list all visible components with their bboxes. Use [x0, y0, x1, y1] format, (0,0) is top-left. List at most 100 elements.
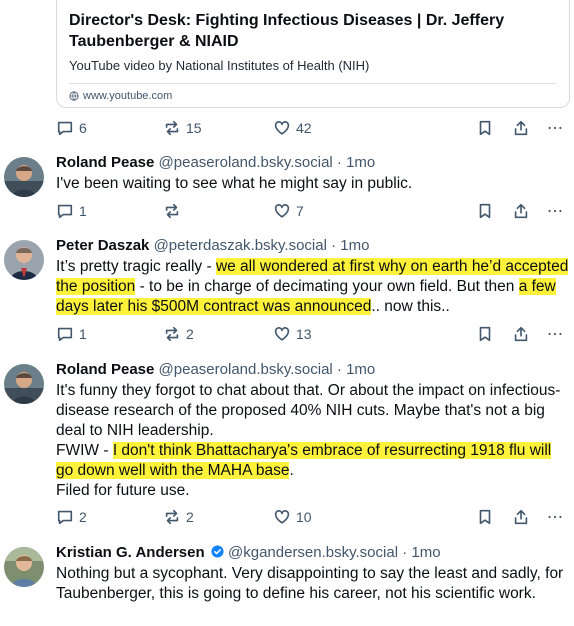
like-button[interactable]: 42	[273, 119, 312, 137]
post-text-segment: .	[289, 462, 294, 479]
post-actions: 1 7	[56, 202, 566, 224]
post-paragraph: It's funny they forgot to chat about tha…	[56, 382, 561, 439]
more-options-button[interactable]	[546, 202, 564, 220]
bookmark-button[interactable]	[476, 202, 494, 220]
like-icon	[274, 510, 290, 524]
avatar-kristian-andersen-image	[4, 547, 44, 587]
post-header: Peter Daszak @peterdaszak.bsky.social · …	[56, 236, 571, 256]
bookmark-button[interactable]	[476, 325, 494, 343]
reply-count: 1	[79, 203, 87, 219]
more-icon	[548, 515, 562, 519]
reply-count: 2	[79, 509, 87, 525]
reply-button[interactable]: 1	[56, 202, 87, 220]
reply-count: 1	[79, 326, 87, 342]
avatar[interactable]	[4, 547, 44, 587]
like-icon	[274, 121, 290, 135]
more-options-button[interactable]	[546, 325, 564, 343]
author-handle[interactable]: @peaseroland.bsky.social · 1mo	[159, 154, 376, 171]
like-count: 7	[296, 203, 304, 219]
author-handle[interactable]: @peaseroland.bsky.social · 1mo	[159, 361, 376, 378]
post-header: Roland Pease @peaseroland.bsky.social · …	[56, 360, 571, 380]
reply-count: 6	[79, 120, 87, 136]
author-handle[interactable]: @kgandersen.bsky.social · 1mo	[228, 544, 441, 561]
post-text: It's funny they forgot to chat about tha…	[56, 381, 571, 501]
share-icon	[514, 120, 528, 136]
repost-icon	[165, 203, 179, 219]
reply-icon	[57, 121, 73, 136]
card-url-text: www.youtube.com	[83, 90, 173, 102]
author-name[interactable]: Roland Pease	[56, 361, 154, 378]
avatar-peter-daszak-image	[4, 240, 44, 280]
repost-icon	[165, 120, 179, 136]
avatar[interactable]	[4, 364, 44, 404]
like-button[interactable]: 10	[273, 508, 312, 526]
repost-button[interactable]: 15	[163, 119, 202, 137]
globe-icon	[69, 91, 79, 101]
more-icon	[548, 332, 562, 336]
reply-button[interactable]: 1	[56, 325, 87, 343]
share-icon	[514, 203, 528, 219]
repost-button[interactable]: 2	[163, 508, 194, 526]
post-text-segment: - to be in charge of decimating your own…	[135, 278, 519, 295]
share-icon	[514, 509, 528, 525]
author-name[interactable]: Peter Daszak	[56, 237, 149, 254]
post-actions: 1 2 13	[56, 325, 566, 347]
bookmark-icon	[479, 120, 491, 136]
post-header: Kristian G. Andersen @kgandersen.bsky.so…	[56, 543, 571, 563]
repost-button[interactable]: 2	[163, 325, 194, 343]
like-count: 10	[296, 509, 312, 525]
post-paragraph: Filed for future use.	[56, 482, 190, 499]
verified-icon	[211, 545, 224, 558]
like-count: 42	[296, 120, 312, 136]
card-title: Director's Desk: Fighting Infectious Dis…	[69, 12, 505, 50]
post-text-segment: It’s pretty tragic really -	[56, 258, 216, 275]
reply-icon	[57, 327, 73, 342]
reply-button[interactable]: 6	[56, 119, 87, 137]
more-options-button[interactable]	[546, 508, 564, 526]
avatar-roland-pease-image	[4, 157, 44, 197]
share-button[interactable]	[512, 508, 530, 526]
link-preview-card[interactable]: Director's Desk: Fighting Infectious Dis…	[56, 0, 570, 108]
post-text: Nothing but a sycophant. Very disappoint…	[56, 565, 564, 602]
bookmark-button[interactable]	[476, 119, 494, 137]
repost-button[interactable]	[163, 202, 186, 220]
bookmark-icon	[479, 203, 491, 219]
repost-icon	[165, 326, 179, 342]
card-url: www.youtube.com	[69, 90, 557, 102]
repost-count: 15	[186, 120, 202, 136]
like-button[interactable]: 7	[273, 202, 304, 220]
repost-count: 2	[186, 509, 194, 525]
share-button[interactable]	[512, 325, 530, 343]
repost-count: 2	[186, 326, 194, 342]
share-button[interactable]	[512, 119, 530, 137]
reply-button[interactable]: 2	[56, 508, 87, 526]
avatar[interactable]	[4, 240, 44, 280]
share-icon	[514, 326, 528, 342]
post-text: It’s pretty tragic really - we all wonde…	[56, 257, 571, 317]
post-text-segment: .. now this..	[371, 298, 450, 315]
avatar-roland-pease-image	[4, 364, 44, 404]
author-handle[interactable]: @peterdaszak.bsky.social · 1mo	[154, 237, 370, 254]
author-name[interactable]: Kristian G. Andersen	[56, 544, 205, 561]
like-icon	[274, 327, 290, 341]
more-icon	[548, 209, 562, 213]
bookmark-button[interactable]	[476, 508, 494, 526]
post-text: I've been waiting to see what he might s…	[56, 175, 413, 192]
reply-icon	[57, 510, 73, 525]
post-actions: 2 2 10	[56, 508, 566, 530]
more-options-button[interactable]	[546, 119, 564, 137]
like-icon	[274, 204, 290, 218]
card-divider	[69, 83, 557, 84]
bookmark-icon	[479, 326, 491, 342]
share-button[interactable]	[512, 202, 530, 220]
post-paragraph: FWIW - I don't think Bhattacharya's embr…	[56, 441, 571, 481]
highlighted-text: I don't think Bhattacharya's embrace of …	[56, 442, 552, 479]
author-name[interactable]: Roland Pease	[56, 154, 154, 171]
reply-icon	[57, 204, 73, 219]
avatar[interactable]	[4, 157, 44, 197]
post-text-segment: FWIW -	[56, 442, 113, 459]
post-actions: 6 15 42	[56, 119, 566, 141]
more-icon	[548, 126, 562, 130]
repost-icon	[165, 509, 179, 525]
like-button[interactable]: 13	[273, 325, 312, 343]
